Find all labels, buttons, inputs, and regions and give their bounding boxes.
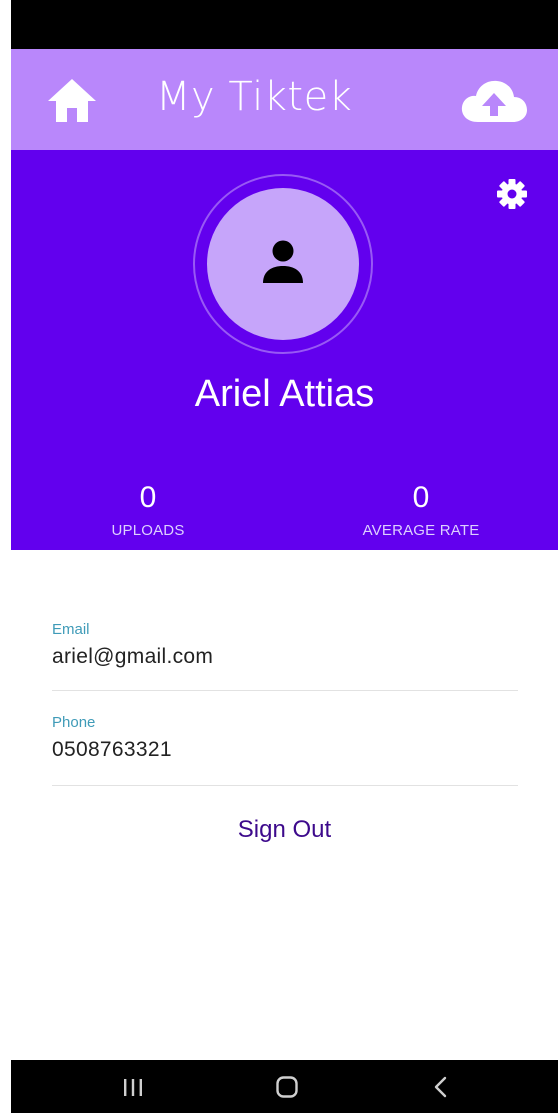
recent-apps-button[interactable] [113,1072,153,1102]
average-rate-label: AVERAGE RATE [362,522,480,539]
recent-apps-icon [124,1079,142,1096]
app-title: My Tiktek [156,74,353,120]
back-button[interactable] [421,1072,461,1102]
email-field: Email ariel@gmail.com [52,620,518,671]
phone-divider [52,785,518,786]
system-nav-bar [11,1060,558,1113]
profile-name: Ariel Attias [194,373,375,415]
cloud-upload-icon [461,80,527,122]
phone-label: Phone [52,714,96,731]
email-label: Email [52,621,90,638]
email-value: ariel@gmail.com [52,645,214,668]
home-nav-button[interactable] [267,1072,307,1102]
uploads-stat: 0 UPLOADS [48,480,248,542]
profile-header: Ariel Attias 0 UPLOADS 0 AVERAGE RATE [11,150,558,550]
email-divider [52,690,518,691]
phone-value: 0508763321 [52,738,172,761]
profile-screen: My Tiktek Ariel Attias 0 UPLOADS 0 AVERA… [11,0,558,1113]
avatar-ring [193,174,373,354]
phone-field: Phone 0508763321 [52,713,518,764]
uploads-count: 0 [139,481,157,514]
uploads-label: UPLOADS [111,522,185,539]
upload-button[interactable] [460,79,528,123]
home-button[interactable] [45,76,99,124]
sign-out-button[interactable]: Sign Out [11,812,558,848]
person-icon [263,240,303,283]
app-bar: My Tiktek [11,49,558,150]
settings-button[interactable] [496,178,528,210]
average-rate-stat: 0 AVERAGE RATE [321,480,521,542]
back-icon [434,1076,447,1098]
gear-icon [497,179,527,209]
avatar[interactable] [207,188,359,340]
status-bar [11,0,558,49]
average-rate-value: 0 [412,481,430,514]
home-nav-icon [276,1076,298,1098]
home-icon [48,79,96,122]
